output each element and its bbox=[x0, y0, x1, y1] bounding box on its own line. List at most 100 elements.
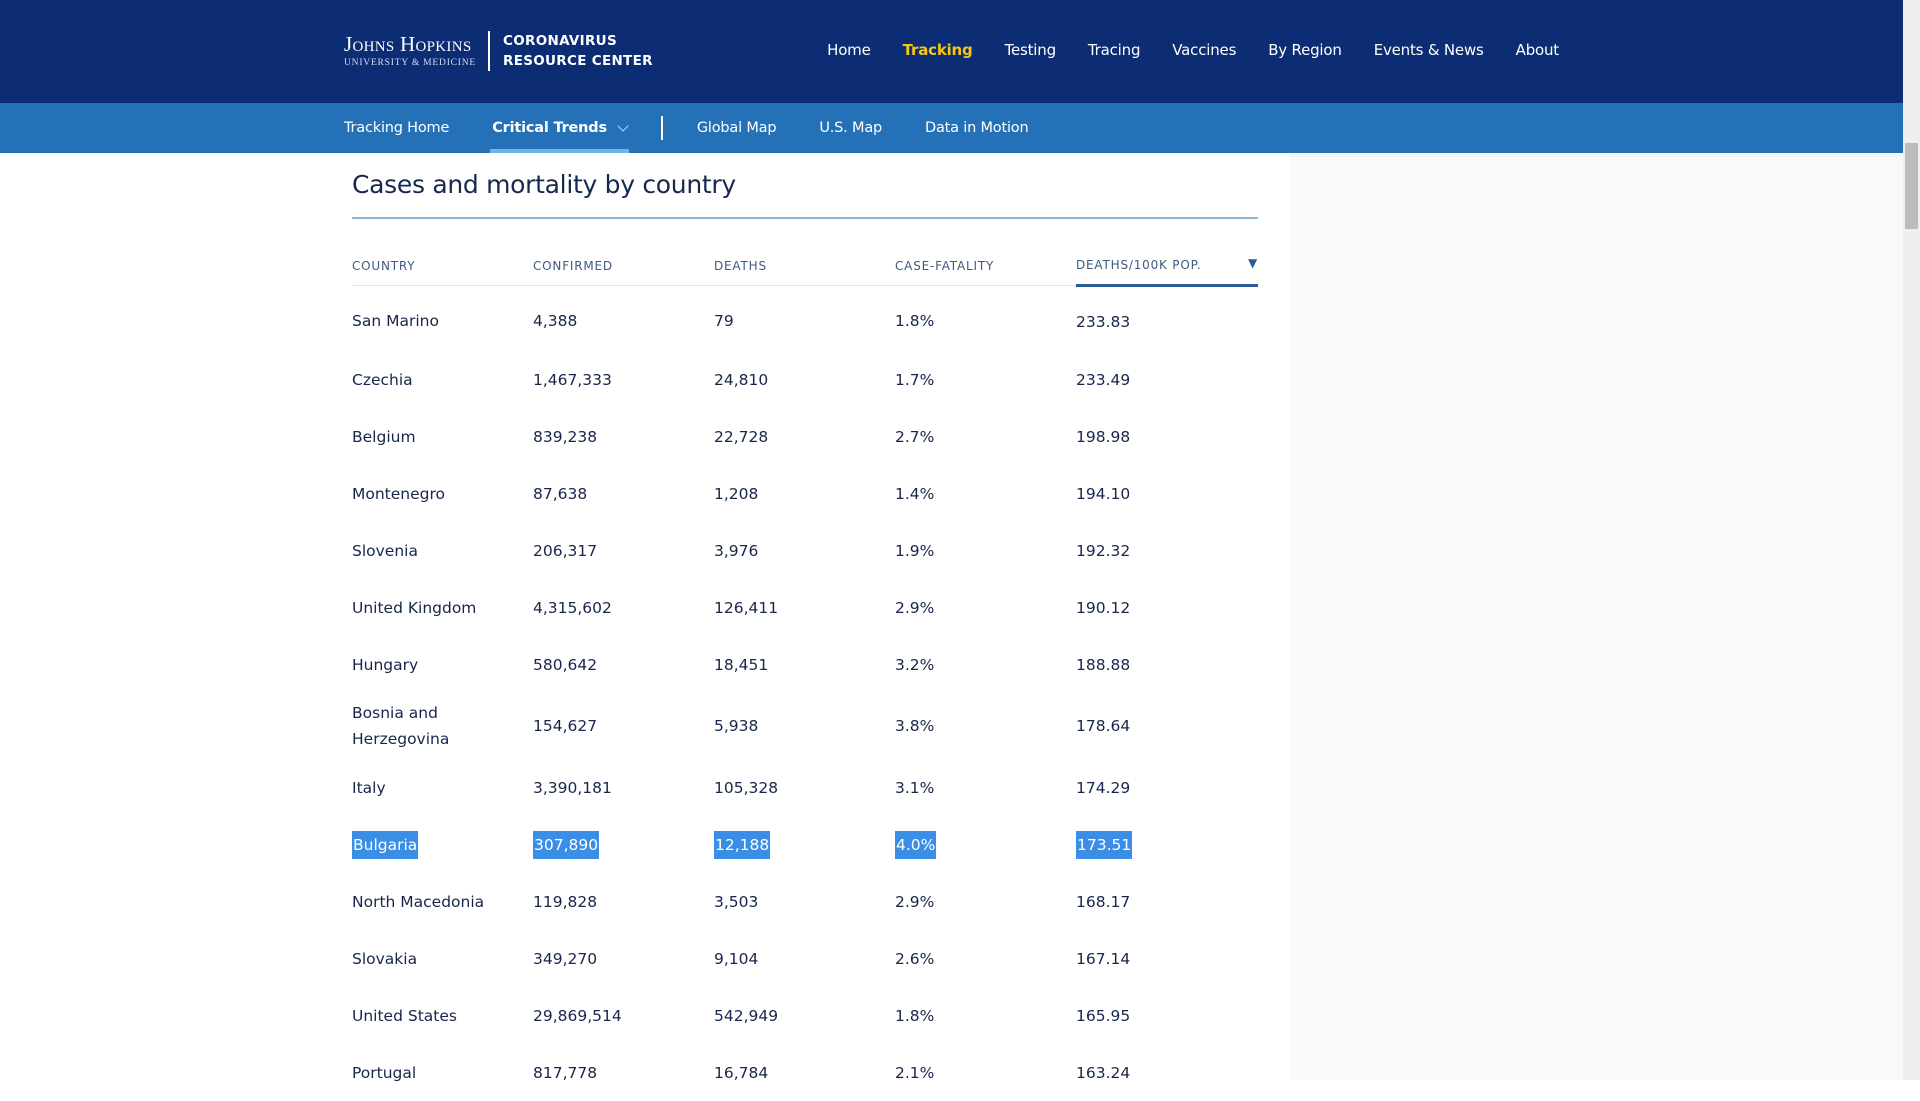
deaths-cell: 542,949 bbox=[714, 987, 895, 1044]
subnav-us-map-label: U.S. Map bbox=[819, 120, 883, 136]
scrollbar-thumb[interactable] bbox=[1905, 143, 1918, 229]
deaths-per-100k-cell: 198.98 bbox=[1076, 408, 1258, 465]
country-cell: Belgium bbox=[352, 408, 533, 465]
table-row[interactable]: Hungary 580,642 18,451 3.2% 188.88 bbox=[352, 636, 1258, 693]
site-title-line2: RESOURCE CENTER bbox=[503, 53, 653, 69]
confirmed-cell: 87,638 bbox=[533, 465, 714, 522]
table-row[interactable]: Slovenia 206,317 3,976 1.9% 192.32 bbox=[352, 522, 1258, 579]
country-cell-value: Slovenia bbox=[352, 541, 418, 560]
sort-descending-icon[interactable]: ▼ bbox=[1248, 256, 1258, 270]
deaths-per-100k-cell-value: 163.24 bbox=[1076, 1063, 1131, 1082]
logo-primary: Johns Hopkins bbox=[344, 31, 472, 56]
nav-testing[interactable]: Testing bbox=[1005, 41, 1057, 59]
main-content: Cases and mortality by country COUNTRY C… bbox=[352, 153, 1258, 1101]
table-row[interactable]: Montenegro 87,638 1,208 1.4% 194.10 bbox=[352, 465, 1258, 522]
site-logo[interactable]: Johns Hopkins University & Medicine CORO… bbox=[344, 31, 653, 71]
deaths-per-100k-cell: 233.49 bbox=[1076, 351, 1258, 408]
subnav-data-in-motion[interactable]: Data in Motion bbox=[925, 103, 1029, 153]
case-fatality-cell-value: 2.9% bbox=[895, 598, 935, 617]
nav-tracking[interactable]: Tracking bbox=[903, 41, 973, 59]
deaths-cell: 3,503 bbox=[714, 873, 895, 930]
column-header-confirmed[interactable]: CONFIRMED bbox=[533, 249, 714, 286]
case-fatality-cell-value: 3.2% bbox=[895, 655, 935, 674]
deaths-cell-value: 24,810 bbox=[714, 370, 769, 389]
column-header-deaths-per-100k[interactable]: DEATHS/100K POP. ▼ bbox=[1076, 249, 1258, 287]
case-fatality-cell: 3.8% bbox=[895, 693, 1076, 759]
table-row[interactable]: San Marino 4,388 79 1.8% 233.83 bbox=[352, 285, 1258, 351]
column-header-case-fatality[interactable]: CASE-FATALITY bbox=[895, 249, 1076, 286]
deaths-cell: 79 bbox=[714, 285, 895, 351]
case-fatality-cell-value: 3.1% bbox=[895, 778, 935, 797]
subnav-global-map[interactable]: Global Map bbox=[697, 103, 777, 153]
nav-home[interactable]: Home bbox=[827, 41, 871, 59]
confirmed-cell: 29,869,514 bbox=[533, 987, 714, 1044]
confirmed-cell-value: 206,317 bbox=[533, 541, 598, 560]
case-fatality-cell: 2.1% bbox=[895, 1044, 1076, 1101]
deaths-cell-value: 1,208 bbox=[714, 484, 759, 503]
table-row[interactable]: Bosnia and Herzegovina 154,627 5,938 3.8% 17… bbox=[352, 693, 1258, 759]
deaths-per-100k-cell: 190.12 bbox=[1076, 579, 1258, 636]
deaths-per-100k-cell-value: 233.83 bbox=[1076, 312, 1131, 331]
table-row[interactable]: North Macedonia 119,828 3,503 2.9% 168.17 bbox=[352, 873, 1258, 930]
deaths-per-100k-cell: 168.17 bbox=[1076, 873, 1258, 930]
nav-about[interactable]: About bbox=[1516, 41, 1560, 59]
deaths-cell: 22,728 bbox=[714, 408, 895, 465]
nav-vaccines[interactable]: Vaccines bbox=[1172, 41, 1236, 59]
country-cell-value: Bulgaria bbox=[352, 830, 419, 859]
deaths-cell-value: 542,949 bbox=[714, 1006, 779, 1025]
nav-events-news[interactable]: Events & News bbox=[1374, 41, 1484, 59]
scrollbar[interactable] bbox=[1903, 0, 1920, 1080]
subnav-tracking-home[interactable]: Tracking Home bbox=[344, 103, 449, 153]
confirmed-cell-value: 87,638 bbox=[533, 484, 588, 503]
deaths-cell-value: 22,728 bbox=[714, 427, 769, 446]
case-fatality-cell: 2.6% bbox=[895, 930, 1076, 987]
deaths-cell: 5,938 bbox=[714, 693, 895, 759]
country-cell-value: Czechia bbox=[352, 370, 413, 389]
logo-divider bbox=[488, 31, 491, 71]
country-cell: San Marino bbox=[352, 285, 533, 351]
subnav-critical-trends[interactable]: Critical Trends bbox=[490, 103, 629, 153]
table-row[interactable]: Portugal 817,778 16,784 2.1% 163.24 bbox=[352, 1044, 1258, 1101]
case-fatality-cell-value: 1.7% bbox=[895, 370, 935, 389]
subnav-us-map[interactable]: U.S. Map bbox=[819, 103, 882, 153]
top-header: Johns Hopkins University & Medicine CORO… bbox=[0, 0, 1903, 103]
deaths-per-100k-cell-value: 192.32 bbox=[1076, 541, 1131, 560]
table-row[interactable]: United Kingdom 4,315,602 126,411 2.9% 190.12 bbox=[352, 579, 1258, 636]
table-row[interactable]: Bulgaria 307,890 12,188 4.0% 173.51 bbox=[352, 816, 1258, 873]
case-fatality-cell: 2.9% bbox=[895, 873, 1076, 930]
deaths-cell: 16,784 bbox=[714, 1044, 895, 1101]
case-fatality-cell-value: 1.4% bbox=[895, 484, 935, 503]
case-fatality-cell-value: 2.9% bbox=[895, 892, 935, 911]
table-row[interactable]: Italy 3,390,181 105,328 3.1% 174.29 bbox=[352, 759, 1258, 816]
deaths-cell-value: 16,784 bbox=[714, 1063, 769, 1082]
deaths-cell: 12,188 bbox=[714, 816, 895, 873]
confirmed-cell: 817,778 bbox=[533, 1044, 714, 1101]
case-fatality-cell-value: 2.1% bbox=[895, 1063, 935, 1082]
deaths-cell: 18,451 bbox=[714, 636, 895, 693]
table-row[interactable]: Belgium 839,238 22,728 2.7% 198.98 bbox=[352, 408, 1258, 465]
country-cell: Slovenia bbox=[352, 522, 533, 579]
deaths-per-100k-cell-value: 167.14 bbox=[1076, 949, 1131, 968]
deaths-per-100k-cell-value: 188.88 bbox=[1076, 655, 1131, 674]
column-header-country[interactable]: COUNTRY bbox=[352, 249, 533, 286]
table-row[interactable]: Czechia 1,467,333 24,810 1.7% 233.49 bbox=[352, 351, 1258, 408]
deaths-per-100k-cell-value: 233.49 bbox=[1076, 370, 1131, 389]
nav-by-region[interactable]: By Region bbox=[1268, 41, 1342, 59]
country-cell: United States bbox=[352, 987, 533, 1044]
confirmed-cell: 349,270 bbox=[533, 930, 714, 987]
deaths-per-100k-cell: 167.14 bbox=[1076, 930, 1258, 987]
deaths-cell: 9,104 bbox=[714, 930, 895, 987]
nav-tracing[interactable]: Tracing bbox=[1088, 41, 1141, 59]
case-fatality-cell: 2.7% bbox=[895, 408, 1076, 465]
table-row[interactable]: Slovakia 349,270 9,104 2.6% 167.14 bbox=[352, 930, 1258, 987]
confirmed-cell: 4,315,602 bbox=[533, 579, 714, 636]
deaths-per-100k-cell: 165.95 bbox=[1076, 987, 1258, 1044]
case-fatality-cell-value: 3.8% bbox=[895, 717, 935, 735]
deaths-per-100k-cell: 178.64 bbox=[1076, 693, 1258, 759]
column-header-deaths[interactable]: DEATHS bbox=[714, 249, 895, 286]
table-row[interactable]: United States 29,869,514 542,949 1.8% 165.95 bbox=[352, 987, 1258, 1044]
case-fatality-cell: 1.4% bbox=[895, 465, 1076, 522]
country-cell-value: Montenegro bbox=[352, 484, 446, 503]
confirmed-cell-value: 29,869,514 bbox=[533, 1006, 622, 1025]
case-fatality-cell: 1.9% bbox=[895, 522, 1076, 579]
